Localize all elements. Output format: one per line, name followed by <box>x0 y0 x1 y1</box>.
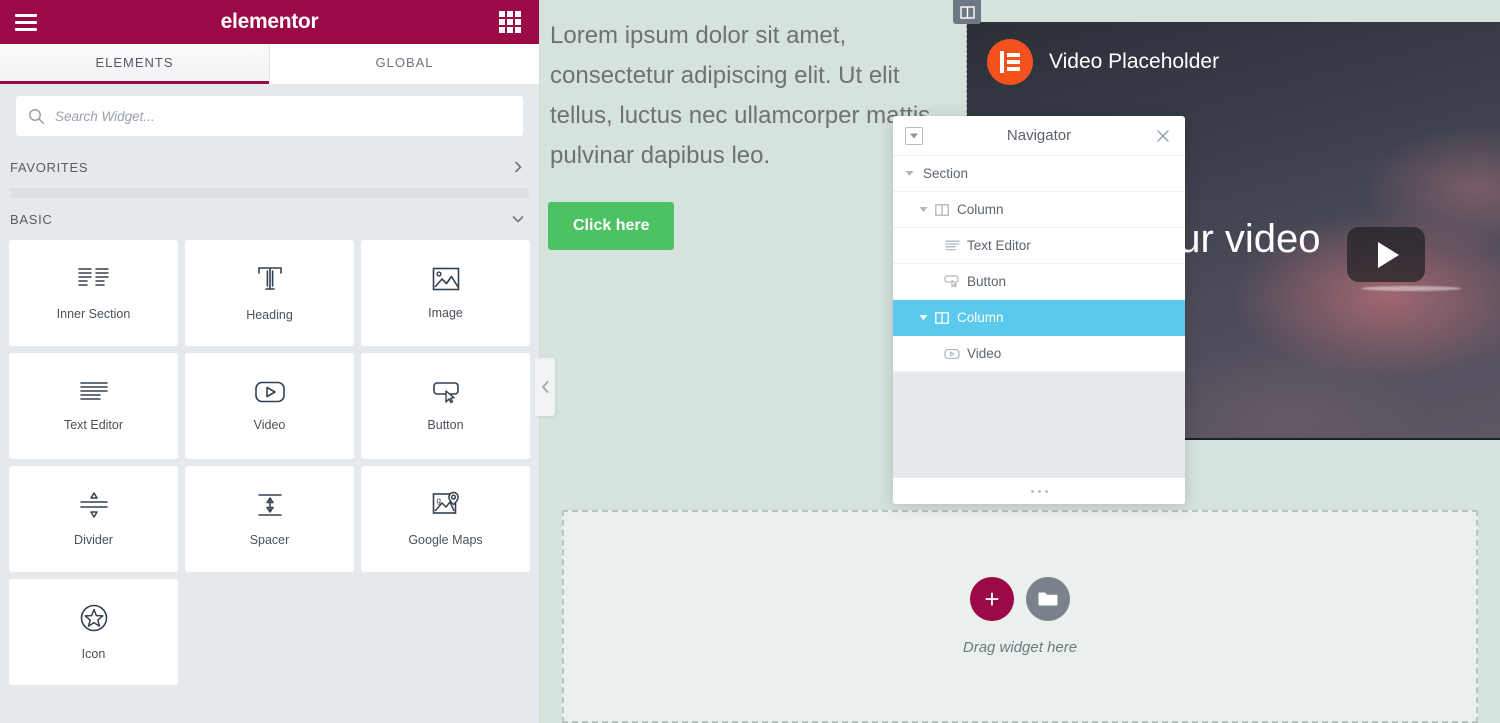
text-editor-icon <box>79 382 108 400</box>
elementor-wordmark: elementor <box>220 10 319 33</box>
navigator-title: Navigator <box>1006 127 1072 144</box>
navigator-header[interactable]: Navigator <box>893 116 1185 156</box>
nav-item-column-2[interactable]: Column <box>893 300 1185 336</box>
button-icon <box>941 275 963 288</box>
tab-elements[interactable]: ELEMENTS <box>0 44 269 84</box>
nav-item-button[interactable]: Button <box>893 264 1185 300</box>
widget-label: Text Editor <box>63 418 124 432</box>
tab-global[interactable]: GLOBAL <box>270 44 539 84</box>
widget-label: Google Maps <box>408 533 483 547</box>
nav-item-label: Video <box>967 346 1002 361</box>
column-icon <box>931 311 953 324</box>
elementor-editor: elementor ELEMENTS GLOBAL FAVORITES <box>0 0 1500 723</box>
widget-label: Spacer <box>249 533 290 547</box>
chevron-down-icon[interactable] <box>901 170 917 177</box>
play-reflection <box>1361 286 1461 291</box>
navigator-empty-area <box>893 372 1185 478</box>
widget-label: Inner Section <box>56 307 131 321</box>
navigator-tree: Section Column Text Editor Button Column… <box>893 156 1185 478</box>
search-icon <box>29 108 45 124</box>
chevron-down-icon[interactable] <box>915 206 931 213</box>
nav-item-label: Section <box>923 166 969 181</box>
search-widget-box[interactable] <box>16 96 523 136</box>
button-icon <box>432 382 459 404</box>
collapse-all-icon[interactable] <box>905 127 923 145</box>
widget-icon[interactable]: Icon <box>9 579 178 685</box>
widget-text-editor[interactable]: Text Editor <box>9 353 178 459</box>
widget-video[interactable]: Video <box>185 353 354 459</box>
category-basic[interactable]: BASIC <box>0 198 539 240</box>
inner-section-icon <box>77 268 109 286</box>
widget-label: Video <box>253 418 286 432</box>
video-icon <box>254 381 285 403</box>
google-maps-icon: g <box>432 491 459 514</box>
widget-google-maps[interactable]: g Google Maps <box>361 466 530 572</box>
click-here-button[interactable]: Click here <box>548 202 675 250</box>
empty-section-dropzone[interactable]: + Drag widget here <box>562 510 1478 723</box>
heading-icon <box>257 267 282 290</box>
video-title: Video Placeholder <box>1049 50 1220 73</box>
hamburger-icon[interactable] <box>8 0 44 44</box>
elements-panel: elementor ELEMENTS GLOBAL FAVORITES <box>0 0 540 723</box>
video-icon <box>941 348 963 360</box>
widget-image[interactable]: Image <box>361 240 530 346</box>
widget-grid: Inner Section Heading Image Text Editor … <box>0 240 539 723</box>
widget-divider[interactable]: Divider <box>9 466 178 572</box>
column-icon <box>931 203 953 216</box>
category-favorites-label: FAVORITES <box>10 159 89 175</box>
elementor-logo-icon <box>987 39 1033 85</box>
svg-text:g: g <box>436 496 440 505</box>
close-icon[interactable] <box>1153 126 1173 146</box>
play-button-icon[interactable] <box>1347 227 1425 282</box>
widget-label: Divider <box>74 533 113 547</box>
chevron-right-icon <box>511 160 525 174</box>
nav-item-video[interactable]: Video <box>893 336 1185 372</box>
widget-inner-section[interactable]: Inner Section <box>9 240 178 346</box>
panel-header: elementor <box>0 0 539 44</box>
nav-item-column-1[interactable]: Column <box>893 192 1185 228</box>
image-icon <box>432 267 459 291</box>
search-input[interactable] <box>55 108 511 124</box>
category-basic-label: BASIC <box>10 211 53 227</box>
spacer-icon <box>257 494 282 516</box>
nav-item-section[interactable]: Section <box>893 156 1185 192</box>
search-container <box>0 84 539 146</box>
apps-grid-icon[interactable] <box>495 0 525 44</box>
section-actions: + <box>970 577 1070 621</box>
nav-item-label: Column <box>957 310 1004 325</box>
chevron-left-icon <box>541 381 548 393</box>
chevron-down-icon[interactable] <box>915 314 931 321</box>
widget-button[interactable]: Button <box>361 353 530 459</box>
widget-spacer[interactable]: Spacer <box>185 466 354 572</box>
category-divider <box>10 188 529 198</box>
nav-item-text-editor[interactable]: Text Editor <box>893 228 1185 264</box>
chevron-down-icon <box>511 212 525 226</box>
column-handle-icon[interactable] <box>953 0 981 24</box>
divider-icon <box>79 492 108 518</box>
drag-widget-label: Drag widget here <box>962 639 1078 656</box>
folder-icon[interactable] <box>1026 577 1070 621</box>
panel-tabs: ELEMENTS GLOBAL <box>0 44 539 84</box>
widget-label: Image <box>428 306 463 320</box>
widget-label: Icon <box>81 647 106 661</box>
plus-icon[interactable]: + <box>970 577 1014 621</box>
widget-heading[interactable]: Heading <box>185 240 354 346</box>
navigator-panel[interactable]: Navigator Section Column Text Editor But… <box>893 116 1185 504</box>
nav-item-label: Text Editor <box>967 238 1031 253</box>
panel-collapse-handle[interactable] <box>535 358 555 416</box>
category-favorites[interactable]: FAVORITES <box>0 146 539 188</box>
star-icon <box>80 604 107 632</box>
nav-item-label: Column <box>957 202 1004 217</box>
widget-label: Button <box>427 418 464 432</box>
navigator-resize-handle[interactable] <box>893 478 1185 504</box>
video-badge: Video Placeholder <box>987 39 1219 85</box>
widget-label: Heading <box>246 308 293 322</box>
text-editor-icon <box>941 240 963 251</box>
nav-item-label: Button <box>967 274 1007 289</box>
